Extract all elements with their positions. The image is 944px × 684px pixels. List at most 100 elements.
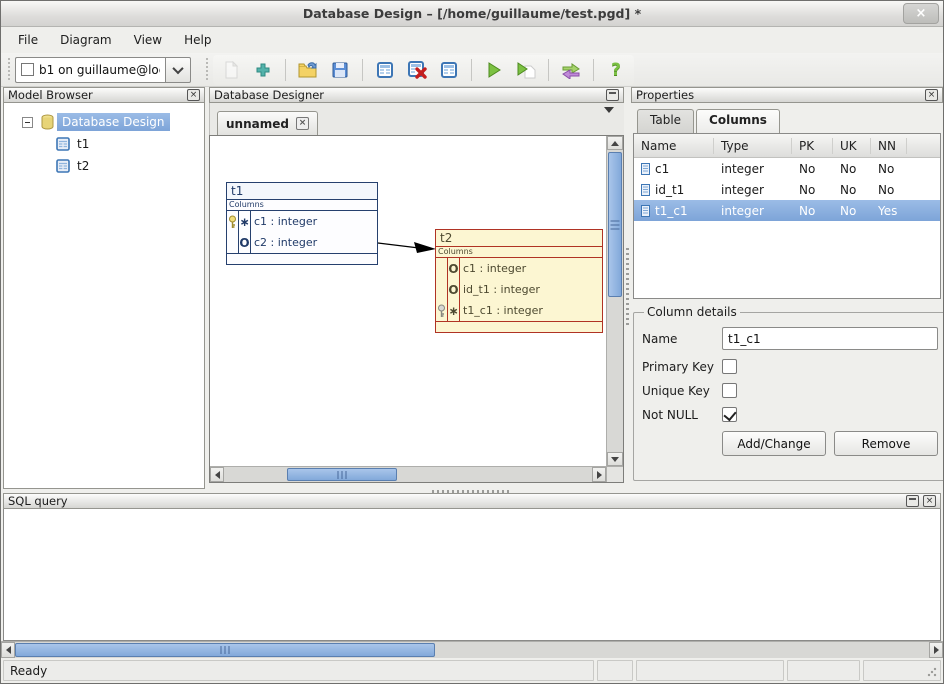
- properties-close-button[interactable]: ×: [925, 89, 938, 101]
- arrow-up-icon: [611, 141, 619, 146]
- tree-item-row[interactable]: t1: [4, 133, 204, 155]
- designer-tabbar: unnamed ×: [209, 103, 624, 135]
- entity-column[interactable]: c1 : integer: [460, 258, 602, 279]
- grid-header-nn[interactable]: NN: [871, 138, 907, 154]
- entity-column[interactable]: id_t1 : integer: [460, 279, 602, 300]
- entity-t2-section: Columns: [436, 247, 602, 258]
- window-close-button[interactable]: ×: [903, 3, 939, 24]
- add-icon: [254, 61, 272, 79]
- not-null-checkbox[interactable]: [722, 407, 737, 422]
- connection-dropdown-button[interactable]: [165, 57, 191, 83]
- new-document-button[interactable]: [217, 57, 245, 83]
- add-change-button[interactable]: Add/Change: [722, 431, 826, 456]
- toolbar-grip[interactable]: [6, 58, 12, 82]
- hscroll-thumb[interactable]: [287, 468, 397, 481]
- add-button[interactable]: [249, 57, 277, 83]
- entity-column[interactable]: c1 : integer: [251, 211, 377, 232]
- grid-row-t1_c1[interactable]: t1_c1 integer No No Yes: [634, 200, 940, 221]
- table-add-button[interactable]: [371, 57, 399, 83]
- column-icon: [641, 184, 650, 196]
- run-script-button[interactable]: [512, 57, 540, 83]
- connection-label: b1 on guillaume@localh: [39, 63, 160, 77]
- tree-item-row[interactable]: t2: [4, 155, 204, 177]
- vertical-splitter[interactable]: [624, 87, 631, 489]
- collapse-icon[interactable]: [22, 117, 33, 128]
- toolbar-grip[interactable]: [204, 58, 210, 82]
- remove-button[interactable]: Remove: [834, 431, 938, 456]
- entity-column[interactable]: t1_c1 : integer: [460, 300, 602, 321]
- grid-row-id_t1[interactable]: id_t1 integer No No No: [634, 179, 940, 200]
- tree-root-row[interactable]: Database Design: [4, 111, 204, 133]
- vscroll-thumb[interactable]: [608, 152, 622, 297]
- key-icon: [227, 211, 238, 232]
- menu-file[interactable]: File: [9, 29, 47, 51]
- connection-field[interactable]: b1 on guillaume@localh: [15, 57, 165, 83]
- column-name-input[interactable]: [722, 327, 938, 350]
- entity-t1[interactable]: t1 Columns ∗ O: [226, 182, 378, 265]
- unique-key-checkbox[interactable]: [722, 383, 737, 398]
- help-button[interactable]: ?: [602, 57, 630, 83]
- scroll-left-button[interactable]: [1, 642, 15, 658]
- table-delete-icon: [407, 60, 427, 79]
- entity-column[interactable]: c2 : integer: [251, 232, 377, 253]
- tab-table[interactable]: Table: [637, 109, 694, 133]
- menu-help[interactable]: Help: [175, 29, 220, 51]
- scrollbar-corner: [606, 466, 623, 482]
- hscroll-thumb[interactable]: [15, 643, 435, 657]
- primary-key-checkbox[interactable]: [722, 359, 737, 374]
- sql-query-editor[interactable]: [3, 509, 941, 641]
- window-hscrollbar[interactable]: [1, 641, 943, 658]
- not-null-label: Not NULL: [642, 408, 722, 422]
- swap-button[interactable]: [557, 57, 585, 83]
- name-label: Name: [642, 332, 722, 346]
- sql-close-button[interactable]: ×: [923, 495, 936, 507]
- tree-item-t2[interactable]: t2: [72, 157, 94, 175]
- scroll-right-button[interactable]: [592, 467, 606, 482]
- resize-grip[interactable]: [927, 667, 937, 677]
- unique-key-label: Unique Key: [642, 384, 722, 398]
- table-edit-button[interactable]: [435, 57, 463, 83]
- scroll-right-button[interactable]: [929, 642, 943, 658]
- swap-arrows-icon: [561, 61, 581, 79]
- title-bar[interactable]: Database Design – [/home/guillaume/test.…: [1, 1, 943, 27]
- diagram-canvas[interactable]: t1 Columns ∗ O: [210, 136, 606, 466]
- status-bar: Ready: [1, 658, 943, 683]
- save-floppy-icon: [331, 61, 349, 79]
- model-browser-close-button[interactable]: ×: [187, 89, 200, 101]
- scroll-up-button[interactable]: [607, 136, 623, 150]
- grid-header-type[interactable]: Type: [714, 138, 792, 154]
- scroll-left-button[interactable]: [210, 467, 224, 482]
- save-button[interactable]: [326, 57, 354, 83]
- tab-columns[interactable]: Columns: [696, 109, 780, 133]
- designer-title: Database Designer: [214, 88, 602, 102]
- grid-row-c1[interactable]: c1 integer No No No: [634, 158, 940, 179]
- toolbar-separator: [362, 59, 363, 81]
- grid-header-name[interactable]: Name: [634, 138, 714, 154]
- column-icon: [641, 205, 650, 217]
- menu-diagram[interactable]: Diagram: [51, 29, 121, 51]
- tree-item-database-design[interactable]: Database Design: [57, 113, 170, 131]
- designer-float-button[interactable]: [606, 89, 619, 101]
- key-icon-gray: [436, 300, 447, 321]
- sql-float-button[interactable]: [906, 495, 919, 507]
- run-button[interactable]: [480, 57, 508, 83]
- menu-view[interactable]: View: [125, 29, 171, 51]
- designer-hscrollbar[interactable]: [210, 466, 606, 482]
- scroll-down-button[interactable]: [607, 452, 623, 466]
- tab-close-icon[interactable]: ×: [296, 117, 309, 130]
- table-delete-button[interactable]: [403, 57, 431, 83]
- grid-header-pk[interactable]: PK: [792, 138, 833, 154]
- entity-t2[interactable]: t2 Columns O: [435, 229, 603, 333]
- tab-unnamed[interactable]: unnamed ×: [217, 111, 318, 135]
- tree-item-t1[interactable]: t1: [72, 135, 94, 153]
- connection-checkbox[interactable]: [21, 63, 34, 76]
- connection-combobox[interactable]: b1 on guillaume@localh: [15, 57, 191, 83]
- tab-label: unnamed: [226, 117, 289, 131]
- open-button[interactable]: [294, 57, 322, 83]
- grid-header-uk[interactable]: UK: [833, 138, 871, 154]
- properties-header: Properties ×: [631, 87, 943, 103]
- status-cell: [863, 660, 941, 681]
- designer-vscrollbar[interactable]: [606, 136, 623, 466]
- tab-list-button[interactable]: [604, 113, 616, 127]
- new-document-icon: [222, 61, 240, 79]
